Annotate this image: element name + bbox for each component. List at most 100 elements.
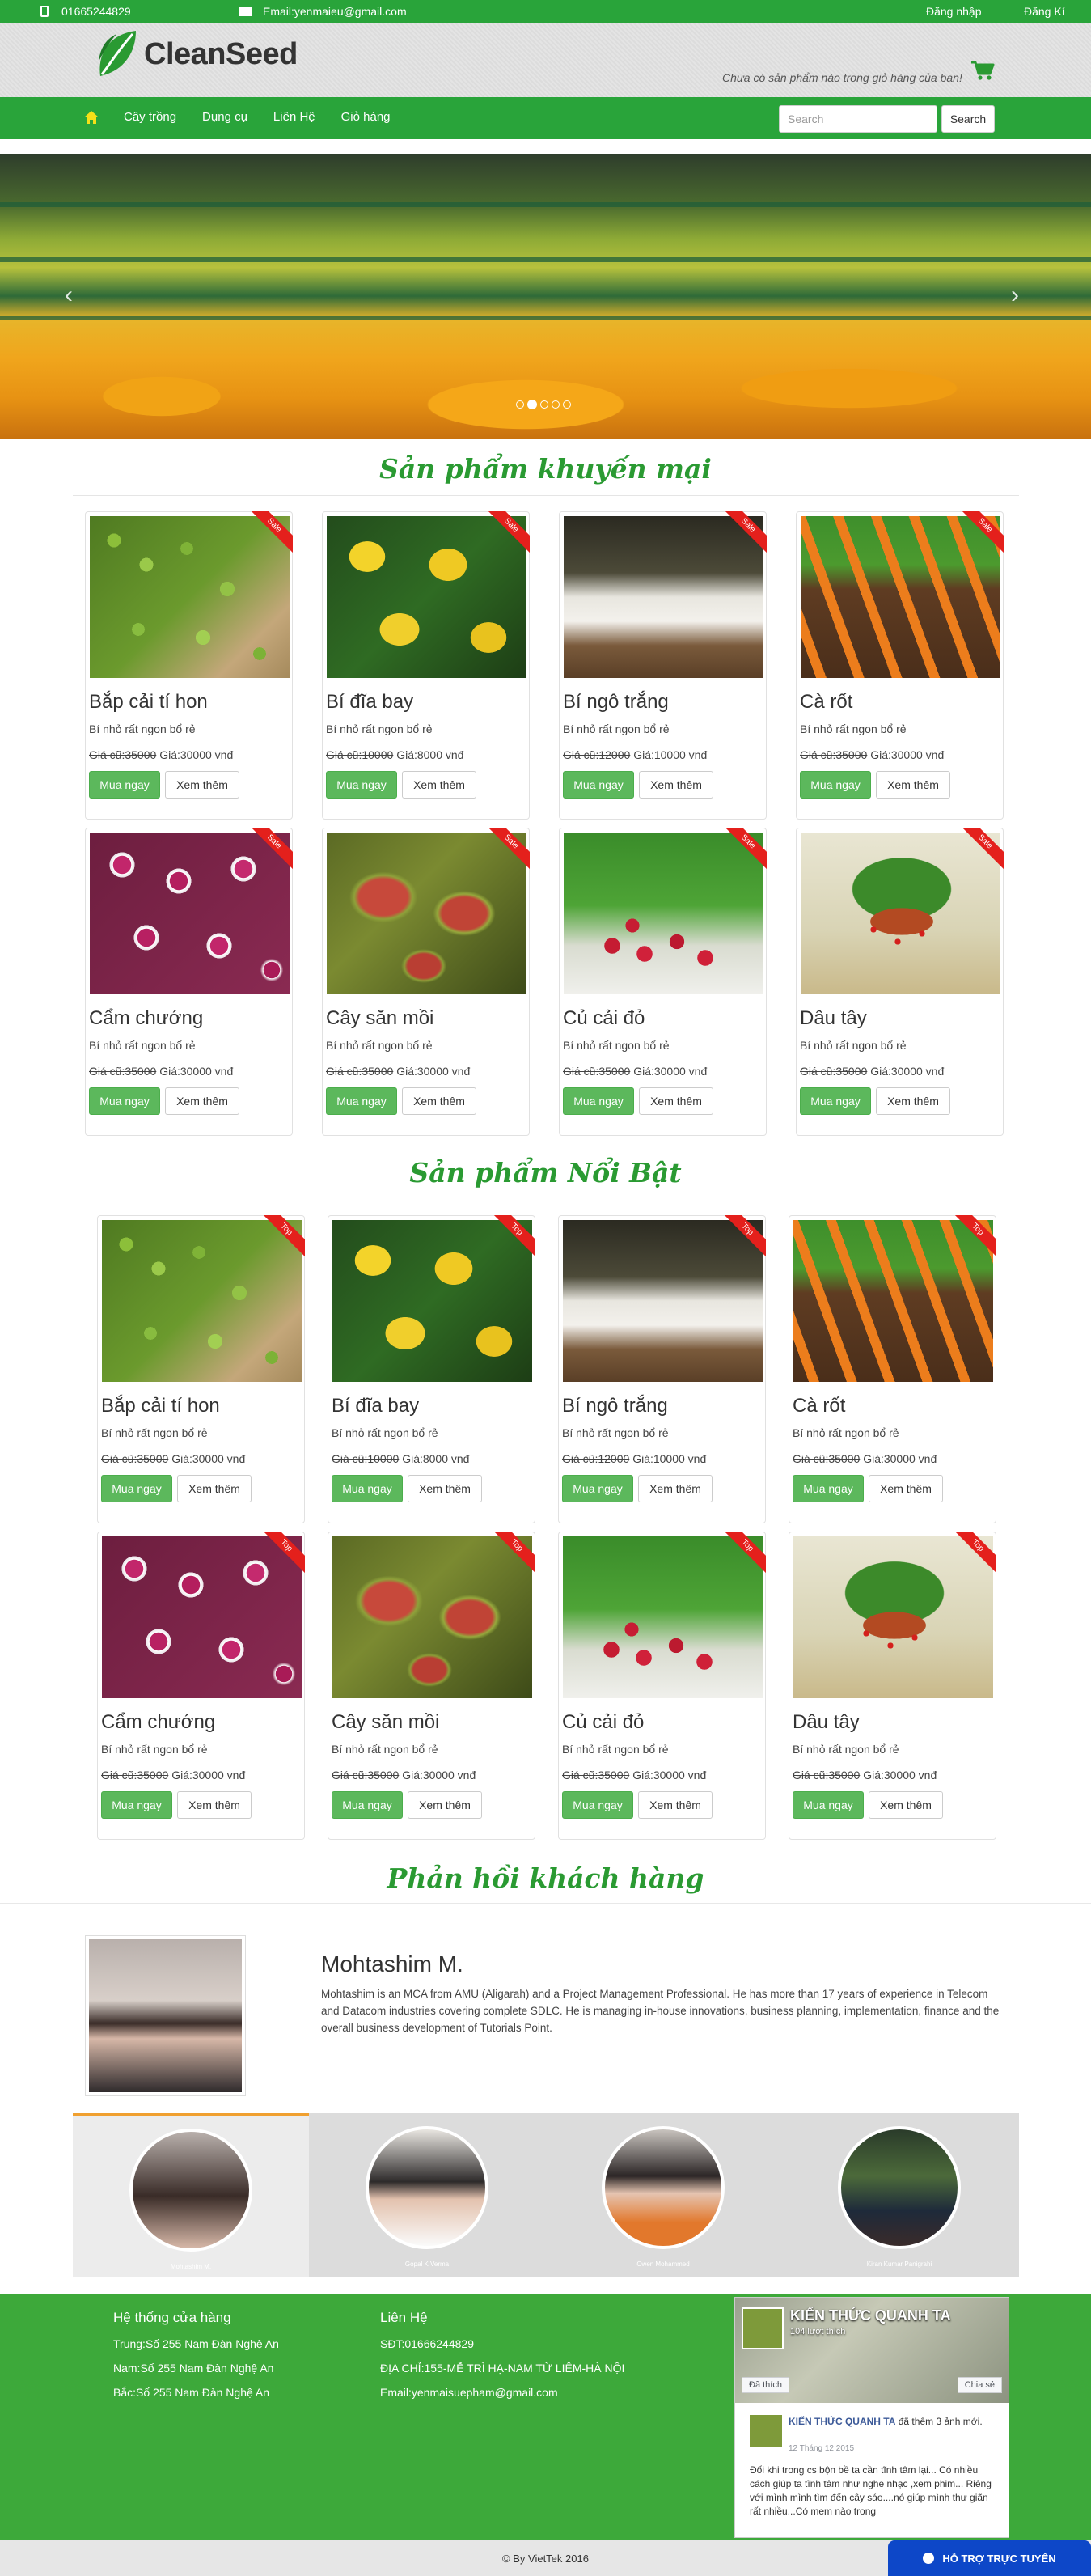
view-more-button[interactable]: Xem thêm	[408, 1791, 482, 1819]
buy-now-button[interactable]: Mua ngay	[89, 1087, 160, 1115]
product-description: Bí nhỏ rất ngon bổ rẻ	[332, 1426, 438, 1439]
nav-item-tools[interactable]: Dụng cụ	[202, 110, 247, 124]
product-name[interactable]: Dâu tây	[800, 1007, 867, 1030]
buy-now-button[interactable]: Mua ngay	[326, 771, 397, 799]
view-more-button[interactable]: Xem thêm	[639, 1087, 713, 1115]
product-description: Bí nhỏ rất ngon bổ rẻ	[332, 1743, 438, 1756]
old-price: Giá cũ:35000	[800, 1065, 868, 1078]
carousel-dot[interactable]	[563, 400, 571, 409]
online-support-button[interactable]: HỖ TRỢ TRỰC TUYẾN	[888, 2540, 1091, 2576]
buy-now-button[interactable]: Mua ngay	[101, 1791, 172, 1819]
carousel-dot[interactable]	[516, 400, 524, 409]
buy-now-button[interactable]: Mua ngay	[562, 1475, 633, 1502]
buy-now-button[interactable]: Mua ngay	[332, 1791, 403, 1819]
product-description: Bí nhỏ rất ngon bổ rẻ	[800, 722, 907, 735]
buy-now-button[interactable]: Mua ngay	[326, 1087, 397, 1115]
nav-item-cart[interactable]: Giỏ hàng	[341, 110, 391, 124]
cart-icon[interactable]	[970, 60, 995, 81]
buy-now-button[interactable]: Mua ngay	[793, 1475, 864, 1502]
view-more-button[interactable]: Xem thêm	[177, 1791, 252, 1819]
old-price: Giá cũ:12000	[562, 1452, 630, 1465]
carousel-dot[interactable]	[527, 400, 537, 409]
old-price: Giá cũ:35000	[563, 1065, 631, 1078]
badge-ribbon: Top	[717, 1532, 766, 1580]
product-name[interactable]: Bí ngô trắng	[563, 691, 669, 714]
facebook-page-widget[interactable]: KIẾN THỨC QUANH TA 104 lượt thích Đã thí…	[734, 2297, 1009, 2538]
buy-now-button[interactable]: Mua ngay	[562, 1791, 633, 1819]
buy-now-button[interactable]: Mua ngay	[800, 1087, 871, 1115]
product-name[interactable]: Cây săn mồi	[332, 1711, 439, 1734]
view-more-button[interactable]: Xem thêm	[402, 1087, 476, 1115]
view-more-button[interactable]: Xem thêm	[869, 1475, 943, 1502]
fb-post-author[interactable]: KIẾN THỨC QUANH TA	[789, 2416, 895, 2427]
view-more-button[interactable]: Xem thêm	[408, 1475, 482, 1502]
view-more-button[interactable]: Xem thêm	[177, 1475, 252, 1502]
product-name[interactable]: Cẩm chướng	[101, 1711, 215, 1734]
testimonial-thumb[interactable]: Owen Mohammed	[545, 2113, 781, 2277]
product-price: Giá cũ:10000 Giá:8000 vnđ	[332, 1452, 469, 1465]
carousel-prev-icon[interactable]: ‹	[65, 283, 81, 307]
testimonial-thumb[interactable]: Gopal K Verma	[309, 2113, 545, 2277]
nav-item-contact[interactable]: Liên Hệ	[273, 110, 315, 124]
nav-item-plants[interactable]: Cây trồng	[124, 110, 176, 124]
login-link[interactable]: Đăng nhập	[926, 5, 982, 18]
carousel-dot[interactable]	[540, 400, 548, 409]
fb-post-avatar	[750, 2415, 782, 2447]
view-more-button[interactable]: Xem thêm	[876, 771, 950, 799]
product-name[interactable]: Bắp cải tí hon	[89, 691, 208, 714]
carousel-next-icon[interactable]: ›	[1011, 283, 1027, 307]
buy-now-button[interactable]: Mua ngay	[89, 771, 160, 799]
product-card: Sale Củ cải đỏ Bí nhỏ rất ngon bổ rẻ Giá cũ…	[559, 828, 767, 1136]
testimonial-thumb[interactable]: Kiran Kumar Panigrahi	[781, 2113, 1017, 2277]
product-name[interactable]: Cẩm chướng	[89, 1007, 203, 1030]
search-button[interactable]: Search	[941, 105, 995, 133]
register-link[interactable]: Đăng Kí	[1024, 5, 1065, 18]
carousel-dot[interactable]	[552, 400, 560, 409]
promo-section-title: Sản phẩm khuyến mại	[379, 453, 712, 485]
product-name[interactable]: Bí đĩa bay	[326, 691, 413, 714]
product-name[interactable]: Củ cải đỏ	[562, 1711, 644, 1734]
site-footer: Hệ thống cửa hàng Trung:Số 255 Nam Đàn N…	[0, 2294, 1091, 2540]
view-more-button[interactable]: Xem thêm	[869, 1791, 943, 1819]
product-name[interactable]: Cà rốt	[800, 691, 852, 714]
testimonial-thumb[interactable]: Mohtashim M.	[73, 2113, 309, 2277]
buy-now-button[interactable]: Mua ngay	[800, 771, 871, 799]
view-more-button[interactable]: Xem thêm	[402, 771, 476, 799]
product-badge: Sale	[955, 511, 1004, 556]
fb-page-avatar	[742, 2307, 784, 2349]
buy-now-button[interactable]: Mua ngay	[793, 1791, 864, 1819]
shelf-divider	[0, 202, 1091, 207]
product-name[interactable]: Cây săn mồi	[326, 1007, 433, 1030]
badge-ribbon: Sale	[718, 828, 767, 876]
fb-page-title[interactable]: KIẾN THỨC QUANH TA	[790, 2307, 951, 2324]
nav-menu: Cây trồng Dụng cụ Liên Hệ Giỏ hàng	[124, 110, 417, 124]
view-more-button[interactable]: Xem thêm	[639, 771, 713, 799]
product-name[interactable]: Dâu tây	[793, 1711, 860, 1734]
fb-share-button[interactable]: Chia sẻ	[957, 2377, 1002, 2393]
buy-now-button[interactable]: Mua ngay	[101, 1475, 172, 1502]
search-input[interactable]	[779, 105, 937, 133]
buy-now-button[interactable]: Mua ngay	[332, 1475, 403, 1502]
view-more-button[interactable]: Xem thêm	[638, 1791, 713, 1819]
home-icon[interactable]	[83, 109, 99, 125]
view-more-button[interactable]: Xem thêm	[165, 1087, 239, 1115]
view-more-button[interactable]: Xem thêm	[876, 1087, 950, 1115]
product-name[interactable]: Bắp cải tí hon	[101, 1395, 220, 1417]
product-name[interactable]: Bí đĩa bay	[332, 1395, 419, 1417]
view-more-button[interactable]: Xem thêm	[638, 1475, 713, 1502]
hero-carousel[interactable]: ‹ ›	[0, 154, 1091, 439]
view-more-button[interactable]: Xem thêm	[165, 771, 239, 799]
buy-now-button[interactable]: Mua ngay	[563, 1087, 634, 1115]
site-logo[interactable]: CleanSeed	[95, 29, 298, 79]
product-name[interactable]: Bí ngô trắng	[562, 1395, 668, 1417]
new-price: Giá:30000 vnđ	[171, 1769, 246, 1782]
product-name[interactable]: Cà rốt	[793, 1395, 845, 1417]
product-price: Giá cũ:12000 Giá:10000 vnđ	[562, 1452, 706, 1465]
fb-post-header: KIẾN THỨC QUANH TA đã thêm 3 ảnh mới.	[789, 2415, 999, 2428]
customer-name: Mohtashim M.	[321, 1951, 463, 1976]
product-card: Sale Bí ngô trắng Bí nhỏ rất ngon bổ rẻ Giá…	[559, 511, 767, 820]
buy-now-button[interactable]: Mua ngay	[563, 771, 634, 799]
product-name[interactable]: Củ cải đỏ	[563, 1007, 645, 1030]
fb-like-button[interactable]: Đã thích	[742, 2377, 789, 2393]
thumb-caption: Owen Mohammed	[636, 2260, 690, 2268]
